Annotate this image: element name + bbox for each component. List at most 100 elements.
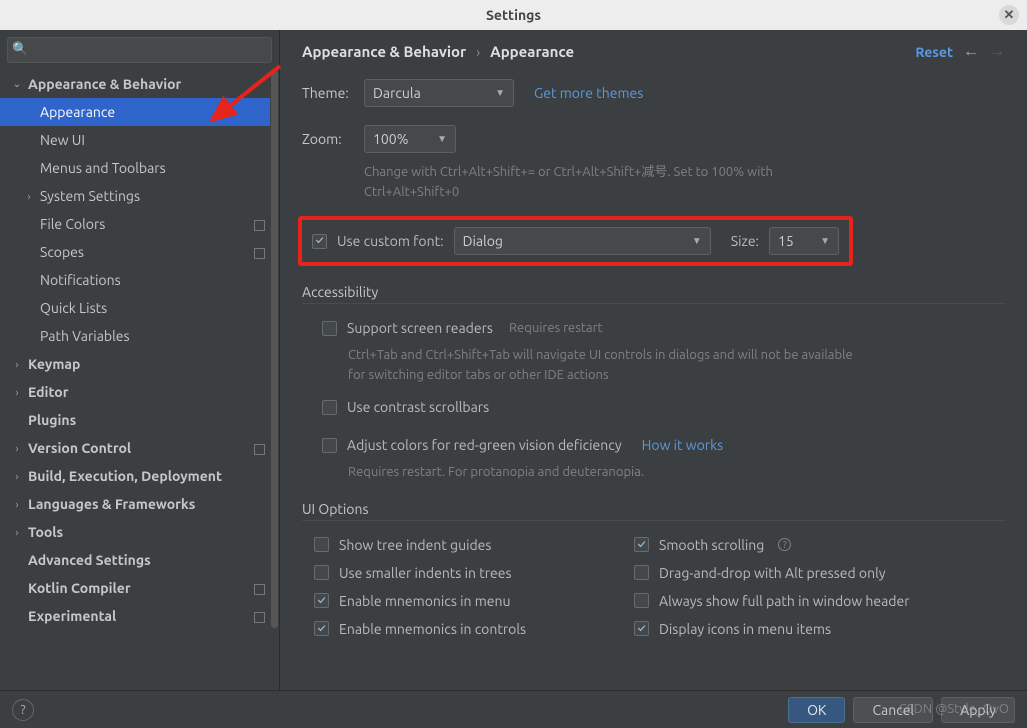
- project-scope-icon: [254, 444, 265, 455]
- option-checkbox[interactable]: [634, 621, 649, 636]
- zoom-dropdown[interactable]: 100% ▼: [364, 125, 456, 153]
- option-label: Enable mnemonics in menu: [339, 593, 511, 609]
- ui-options-section: UI Options: [302, 501, 1005, 521]
- sidebar-item[interactable]: › Build, Execution, Deployment: [0, 462, 279, 490]
- chevron-icon: ›: [10, 359, 24, 370]
- sidebar-item-label: Plugins: [28, 412, 76, 428]
- option-checkbox[interactable]: [314, 621, 329, 636]
- sidebar-item[interactable]: › Languages & Frameworks: [0, 490, 279, 518]
- sidebar-item[interactable]: › Editor: [0, 378, 279, 406]
- chevron-icon: ›: [10, 443, 24, 454]
- option-label: Use smaller indents in trees: [339, 565, 512, 581]
- sidebar-item[interactable]: › System Settings: [0, 182, 279, 210]
- option-checkbox[interactable]: [314, 565, 329, 580]
- sidebar-item-label: System Settings: [40, 188, 140, 204]
- adjust-colors-checkbox[interactable]: [322, 438, 337, 453]
- sidebar-item-label: Scopes: [40, 244, 84, 260]
- project-scope-icon: [254, 584, 265, 595]
- option-checkbox[interactable]: [634, 593, 649, 608]
- sidebar-scrollbar[interactable]: [270, 70, 279, 690]
- sidebar-item[interactable]: › Version Control: [0, 434, 279, 462]
- search-icon: 🔍: [12, 42, 28, 57]
- breadcrumb-parent[interactable]: Appearance & Behavior: [302, 43, 466, 60]
- font-name-dropdown[interactable]: Dialog ▼: [454, 227, 711, 255]
- custom-font-checkbox[interactable]: [312, 234, 327, 249]
- sidebar-item-label: Notifications: [40, 272, 121, 288]
- how-it-works-link[interactable]: How it works: [642, 437, 724, 453]
- help-icon[interactable]: ?: [12, 699, 34, 721]
- theme-dropdown[interactable]: Darcula ▼: [364, 79, 514, 107]
- sidebar-item-label: Advanced Settings: [28, 552, 151, 568]
- option-checkbox[interactable]: [314, 537, 329, 552]
- zoom-hint: Change with Ctrl+Alt+Shift+= or Ctrl+Alt…: [364, 163, 844, 202]
- custom-font-label: Use custom font:: [337, 233, 444, 249]
- breadcrumb-current: Appearance: [490, 43, 574, 60]
- sidebar-item[interactable]: Path Variables: [0, 322, 279, 350]
- contrast-scrollbars-checkbox[interactable]: [322, 400, 337, 415]
- sidebar-item[interactable]: ⌄ Appearance & Behavior: [0, 70, 279, 98]
- help-icon[interactable]: ?: [778, 538, 791, 551]
- sidebar-item[interactable]: Kotlin Compiler: [0, 574, 279, 602]
- sidebar-item-label: Quick Lists: [40, 300, 107, 316]
- accessibility-section: Accessibility: [302, 284, 1005, 304]
- window-title: Settings: [486, 7, 541, 23]
- option-label: Drag-and-drop with Alt pressed only: [659, 565, 886, 581]
- sidebar-item-label: Editor: [28, 384, 68, 400]
- close-icon[interactable]: ✕: [999, 5, 1019, 25]
- sidebar-item[interactable]: New UI: [0, 126, 279, 154]
- sidebar-item[interactable]: File Colors: [0, 210, 279, 238]
- title-bar: Settings ✕: [0, 0, 1027, 30]
- font-size-dropdown[interactable]: 15 ▼: [769, 227, 839, 255]
- reset-link[interactable]: Reset: [915, 44, 953, 60]
- sidebar-item-label: File Colors: [40, 216, 105, 232]
- sidebar-item-label: Languages & Frameworks: [28, 496, 195, 512]
- option-checkbox[interactable]: [314, 593, 329, 608]
- option-label: Smooth scrolling: [659, 537, 764, 553]
- back-icon[interactable]: ←: [963, 42, 979, 61]
- breadcrumb: Appearance & Behavior › Appearance Reset…: [302, 42, 1005, 61]
- option-label: Always show full path in window header: [659, 593, 910, 609]
- option-checkbox[interactable]: [634, 537, 649, 552]
- chevron-icon: ›: [22, 191, 36, 202]
- sidebar-item-label: Build, Execution, Deployment: [28, 468, 222, 484]
- sidebar-item[interactable]: ›Tools: [0, 518, 279, 546]
- option-label: Enable mnemonics in controls: [339, 621, 526, 637]
- sidebar-item[interactable]: Plugins: [0, 406, 279, 434]
- project-scope-icon: [254, 248, 265, 259]
- chevron-icon: ›: [10, 471, 24, 482]
- sidebar-item[interactable]: Quick Lists: [0, 294, 279, 322]
- ok-button[interactable]: OK: [788, 697, 845, 723]
- settings-tree[interactable]: ⌄ Appearance & Behavior Appearance New UIMe…: [0, 70, 279, 690]
- sidebar-item[interactable]: Experimental: [0, 602, 279, 630]
- chevron-down-icon: ▼: [437, 133, 447, 145]
- zoom-label: Zoom:: [302, 131, 354, 147]
- settings-sidebar: 🔍 ⌄ Appearance & Behavior Appearance New UI…: [0, 30, 280, 690]
- chevron-icon: ›: [10, 499, 24, 510]
- sidebar-item[interactable]: Notifications: [0, 266, 279, 294]
- requires-restart-label: Requires restart: [509, 321, 603, 335]
- chevron-down-icon: ▼: [820, 235, 830, 247]
- sidebar-item[interactable]: ›Keymap: [0, 350, 279, 378]
- chevron-icon: ›: [10, 387, 24, 398]
- adjust-colors-label: Adjust colors for red-green vision defic…: [347, 437, 622, 453]
- sidebar-item-label: Appearance: [40, 104, 115, 120]
- option-label: Show tree indent guides: [339, 537, 492, 553]
- sidebar-item-label: Version Control: [28, 440, 131, 456]
- screen-readers-desc: Ctrl+Tab and Ctrl+Shift+Tab will navigat…: [348, 346, 868, 385]
- search-input[interactable]: [7, 37, 272, 63]
- adjust-colors-desc: Requires restart. For protanopia and deu…: [348, 463, 868, 483]
- get-themes-link[interactable]: Get more themes: [534, 85, 643, 101]
- sidebar-item[interactable]: Scopes: [0, 238, 279, 266]
- option-checkbox[interactable]: [634, 565, 649, 580]
- sidebar-item[interactable]: Appearance: [0, 98, 279, 126]
- forward-icon: →: [989, 42, 1005, 61]
- chevron-icon: ⌄: [10, 78, 24, 90]
- custom-font-highlight: Use custom font: Dialog ▼ Size: 15 ▼: [298, 216, 853, 266]
- screen-readers-checkbox[interactable]: [322, 321, 337, 336]
- sidebar-item-label: Tools: [28, 524, 63, 540]
- sidebar-item-label: Path Variables: [40, 328, 130, 344]
- sidebar-item-label: Appearance & Behavior: [28, 76, 181, 92]
- sidebar-item[interactable]: Menus and Toolbars: [0, 154, 279, 182]
- sidebar-item[interactable]: Advanced Settings: [0, 546, 279, 574]
- project-scope-icon: [254, 220, 265, 231]
